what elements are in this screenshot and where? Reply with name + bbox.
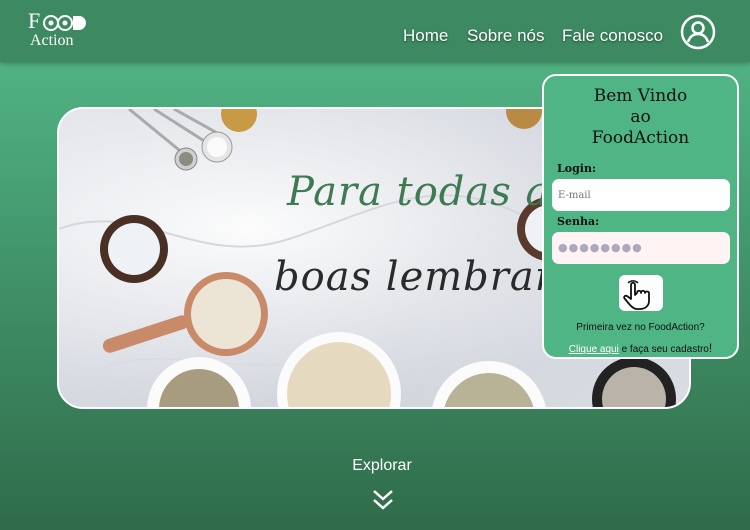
first-time-text: Primeira vez no FoodAction? (576, 322, 705, 333)
login-submit-button[interactable] (619, 275, 663, 311)
salt-bowl (100, 215, 168, 283)
login-title-line2: ao (630, 107, 651, 127)
double-chevron-down-icon[interactable] (371, 488, 395, 512)
signup-exclamation: ! (708, 341, 713, 355)
email-field[interactable] (552, 179, 730, 211)
brand-logo[interactable]: F Action (26, 8, 92, 54)
hand-pointer-icon (623, 280, 650, 310)
nav-home[interactable]: Home (403, 26, 448, 46)
logo-f: F (28, 8, 41, 33)
nav-about[interactable]: Sobre nós (467, 26, 545, 46)
signup-text: Clique aqui e faça seu cadastro! (544, 341, 737, 355)
login-title: Bem Vindo ao FoodAction (544, 86, 737, 149)
signup-rest: e faça seu cadastro (618, 344, 709, 355)
logo-circles-icon (43, 15, 86, 31)
login-title-line3: FoodAction (591, 128, 690, 148)
top-bar: F Action Home Sobre nós Fale conosco (0, 0, 750, 62)
login-panel: Bem Vindo ao FoodAction Login: Senha: ●●… (542, 74, 739, 359)
measuring-spoons (128, 109, 257, 171)
signup-link[interactable]: Clique aqui (569, 344, 619, 355)
login-title-line1: Bem Vindo (593, 86, 688, 106)
hero-headline-line1: Para todas as (287, 169, 572, 215)
explore-label[interactable]: Explorar (0, 457, 750, 475)
login-label: Login: (557, 162, 596, 175)
password-label: Senha: (557, 215, 600, 228)
password-field[interactable]: ●●●●●●●● (552, 232, 730, 264)
logo-action: Action (30, 32, 74, 49)
nav-contact[interactable]: Fale conosco (562, 26, 663, 46)
user-circle-icon[interactable] (680, 14, 716, 50)
rice-cup (102, 272, 268, 356)
